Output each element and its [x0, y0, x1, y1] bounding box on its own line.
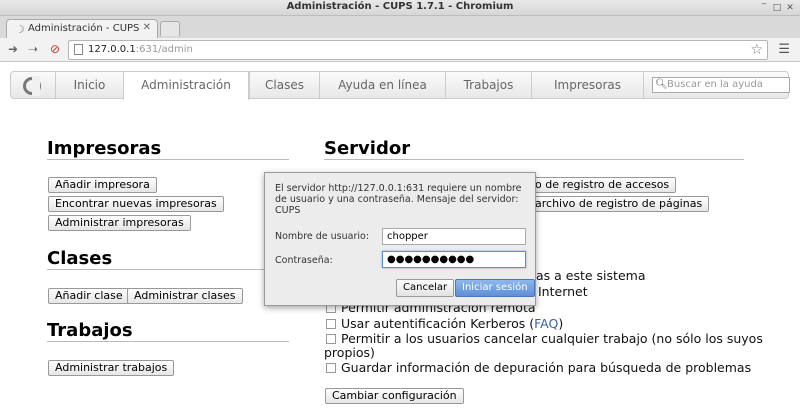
tab-ayuda[interactable]: Ayuda en línea	[319, 72, 445, 98]
debug-logging-option[interactable]: Guardar información de depuración para b…	[326, 360, 751, 375]
divider	[324, 159, 744, 160]
checkbox[interactable]	[326, 334, 336, 344]
loading-icon: ☽	[15, 23, 25, 36]
tab-impresoras[interactable]: Impresoras	[531, 72, 644, 98]
browser-toolbar: ➜ ➝ ⊘ 127.0.0.1:631/admin ☆ ☰	[0, 38, 800, 62]
window-title: Administración - CUPS 1.7.1 - Chromium	[286, 1, 514, 12]
cups-nav-bar: Inicio Administración Clases Ayuda en lí…	[10, 71, 790, 100]
internet-option-text: Internet	[538, 284, 588, 299]
page-icon	[74, 44, 83, 55]
add-class-button[interactable]: Añadir clase	[48, 288, 130, 304]
manage-classes-button[interactable]: Administrar clases	[127, 288, 243, 304]
forward-icon[interactable]: ➝	[28, 42, 38, 56]
divider	[47, 269, 289, 270]
password-label: Contraseña:	[275, 255, 333, 266]
login-button[interactable]: Iniciar sesión	[455, 279, 535, 297]
bookmark-star-icon[interactable]: ☆	[750, 42, 763, 58]
page-log-button[interactable]: archivo de registro de páginas	[528, 196, 710, 212]
classes-heading: Clases	[47, 248, 113, 269]
divider	[47, 159, 289, 160]
menu-icon[interactable]: ☰	[778, 42, 790, 57]
faq-link[interactable]: FAQ	[534, 316, 558, 331]
maximize-icon[interactable]: □	[771, 2, 783, 14]
search-placeholder: Buscar en la ayuda	[667, 79, 763, 90]
browser-tab[interactable]: ☽ Administración - CUPS ✕	[6, 19, 158, 38]
username-label: Nombre de usuario:	[275, 231, 370, 242]
tab-administracion[interactable]: Administración	[123, 72, 249, 100]
checkbox[interactable]	[326, 319, 336, 329]
tab-clases[interactable]: Clases	[249, 72, 319, 98]
printers-heading: Impresoras	[47, 138, 162, 159]
access-log-button[interactable]: o de registro de accesos	[528, 177, 677, 193]
cancel-any-job-option[interactable]: Permitir a los usuarios cancelar cualqui…	[326, 331, 763, 346]
server-heading: Servidor	[324, 138, 411, 159]
password-field[interactable]: ●●●●●●●●●●	[382, 251, 526, 268]
tab-trabajos[interactable]: Trabajos	[445, 72, 531, 98]
address-bar[interactable]: 127.0.0.1:631/admin ☆	[68, 40, 768, 60]
jobs-heading: Trabajos	[47, 320, 133, 341]
stop-icon[interactable]: ⊘	[50, 42, 60, 56]
add-printer-button[interactable]: Añadir impresora	[48, 177, 157, 193]
share-printers-option-text: as a este sistema	[536, 268, 646, 283]
minimize-icon[interactable]: ‾	[758, 2, 770, 14]
kerberos-option[interactable]: Usar autentificación Kerberos (FAQ)	[326, 316, 563, 331]
manage-printers-button[interactable]: Administrar impresoras	[48, 215, 191, 231]
tab-inicio[interactable]: Inicio	[55, 72, 123, 98]
help-search-input[interactable]: 🔍︎ Buscar en la ayuda	[652, 77, 790, 93]
search-icon: 🔍︎	[655, 79, 668, 90]
cancel-button[interactable]: Cancelar	[396, 279, 455, 297]
new-tab-button[interactable]	[160, 21, 180, 36]
checkbox[interactable]	[326, 363, 336, 373]
browser-window: Administración - CUPS 1.7.1 - Chromium ‾…	[0, 0, 800, 417]
username-field[interactable]: chopper	[382, 228, 526, 245]
manage-jobs-button[interactable]: Administrar trabajos	[48, 360, 175, 376]
back-icon[interactable]: ➜	[8, 42, 18, 56]
find-printers-button[interactable]: Encontrar nuevas impresoras	[48, 196, 224, 212]
cups-logo-icon[interactable]	[23, 76, 41, 96]
cancel-any-job-option-cont: propios)	[324, 345, 375, 360]
close-tab-icon[interactable]: ✕	[143, 22, 151, 33]
close-window-icon[interactable]: ✕	[784, 2, 796, 14]
divider	[47, 341, 289, 342]
tab-strip: ☽ Administración - CUPS ✕	[0, 16, 800, 38]
title-bar: Administración - CUPS 1.7.1 - Chromium ‾…	[0, 0, 800, 16]
url-text: 127.0.0.1:631/admin	[88, 44, 193, 55]
auth-dialog: El servidor http://127.0.0.1:631 requier…	[264, 172, 536, 306]
change-settings-button[interactable]: Cambiar configuración	[325, 388, 464, 404]
auth-message: El servidor http://127.0.0.1:631 requier…	[275, 183, 522, 216]
tab-title: Administración - CUPS	[28, 23, 140, 34]
